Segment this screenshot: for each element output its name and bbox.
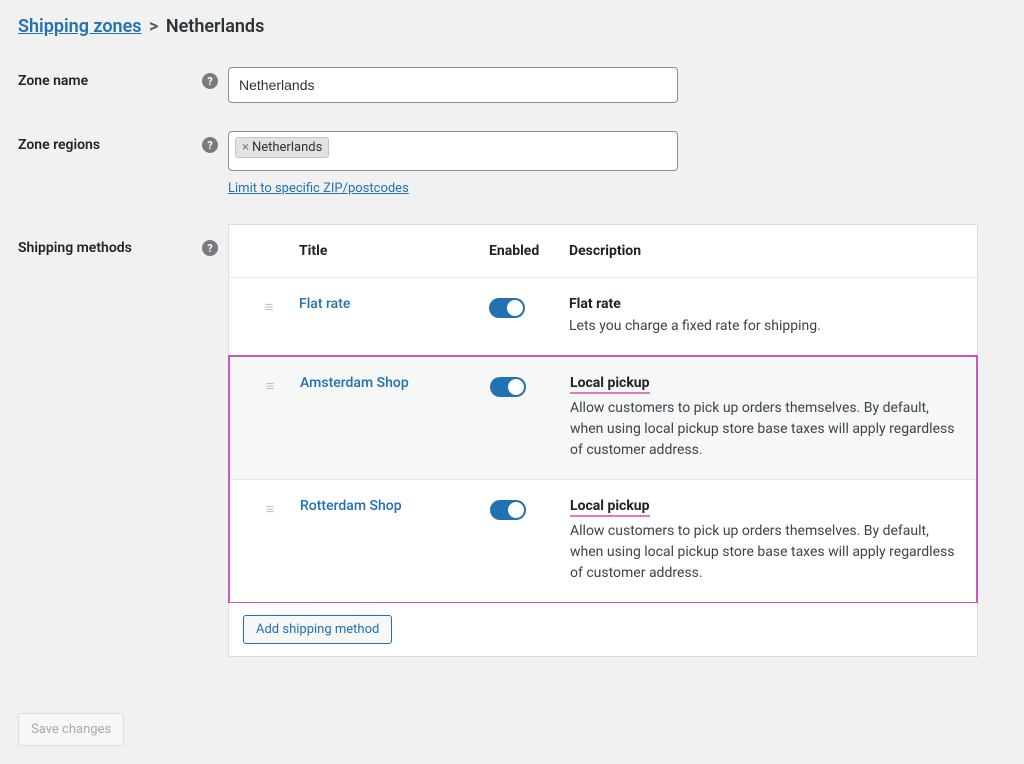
col-title: Title <box>299 243 489 259</box>
method-desc-title: Local pickup <box>570 498 650 517</box>
help-icon[interactable]: ? <box>202 137 218 153</box>
table-row: ≡ Flat rate Flat rate Lets you charge a … <box>229 278 977 356</box>
region-chip[interactable]: × Netherlands <box>235 137 329 158</box>
breadcrumb-current: Netherlands <box>166 16 264 37</box>
method-desc-title: Flat rate <box>569 296 961 312</box>
zone-name-label: Zone name ? <box>18 67 228 89</box>
breadcrumb-root-link[interactable]: Shipping zones <box>18 16 142 37</box>
zone-name-input[interactable] <box>228 67 678 103</box>
enabled-toggle[interactable] <box>490 377 526 397</box>
add-shipping-method-button[interactable]: Add shipping method <box>243 615 392 644</box>
method-title-link[interactable]: Rotterdam Shop <box>300 498 402 514</box>
table-row: ≡ Amsterdam Shop Local pickup Allow cust… <box>230 357 976 480</box>
table-header-row: Title Enabled Description <box>229 225 977 278</box>
region-chip-label: Netherlands <box>252 140 322 155</box>
limit-postcodes-link[interactable]: Limit to specific ZIP/postcodes <box>228 181 409 196</box>
method-desc-text: Lets you charge a fixed rate for shippin… <box>569 316 961 337</box>
col-description: Description <box>569 243 961 259</box>
help-icon[interactable]: ? <box>202 73 218 89</box>
method-title-link[interactable]: Flat rate <box>299 296 350 312</box>
zone-regions-label: Zone regions ? <box>18 131 228 153</box>
drag-handle-icon[interactable]: ≡ <box>266 379 275 394</box>
remove-chip-icon[interactable]: × <box>242 141 249 154</box>
method-desc-text: Allow customers to pick up orders themse… <box>570 521 960 584</box>
highlight-annotation: ≡ Amsterdam Shop Local pickup Allow cust… <box>228 355 978 604</box>
enabled-toggle[interactable] <box>490 500 526 520</box>
shipping-methods-table: Title Enabled Description ≡ Flat rate Fl… <box>228 224 978 604</box>
breadcrumb: Shipping zones > Netherlands <box>18 16 1006 37</box>
help-icon[interactable]: ? <box>202 240 218 256</box>
method-desc-title: Local pickup <box>570 375 650 394</box>
drag-handle-icon[interactable]: ≡ <box>265 300 274 315</box>
table-footer: Add shipping method <box>228 603 978 657</box>
breadcrumb-separator: > <box>149 16 163 37</box>
table-row: ≡ Rotterdam Shop Local pickup Allow cust… <box>230 480 976 602</box>
zone-regions-input[interactable]: × Netherlands <box>228 131 678 171</box>
save-changes-button[interactable]: Save changes <box>18 713 124 746</box>
method-desc-text: Allow customers to pick up orders themse… <box>570 398 960 461</box>
enabled-toggle[interactable] <box>489 298 525 318</box>
col-enabled: Enabled <box>489 243 569 259</box>
method-title-link[interactable]: Amsterdam Shop <box>300 375 409 391</box>
shipping-methods-label: Shipping methods ? <box>18 224 228 256</box>
drag-handle-icon[interactable]: ≡ <box>266 502 275 517</box>
